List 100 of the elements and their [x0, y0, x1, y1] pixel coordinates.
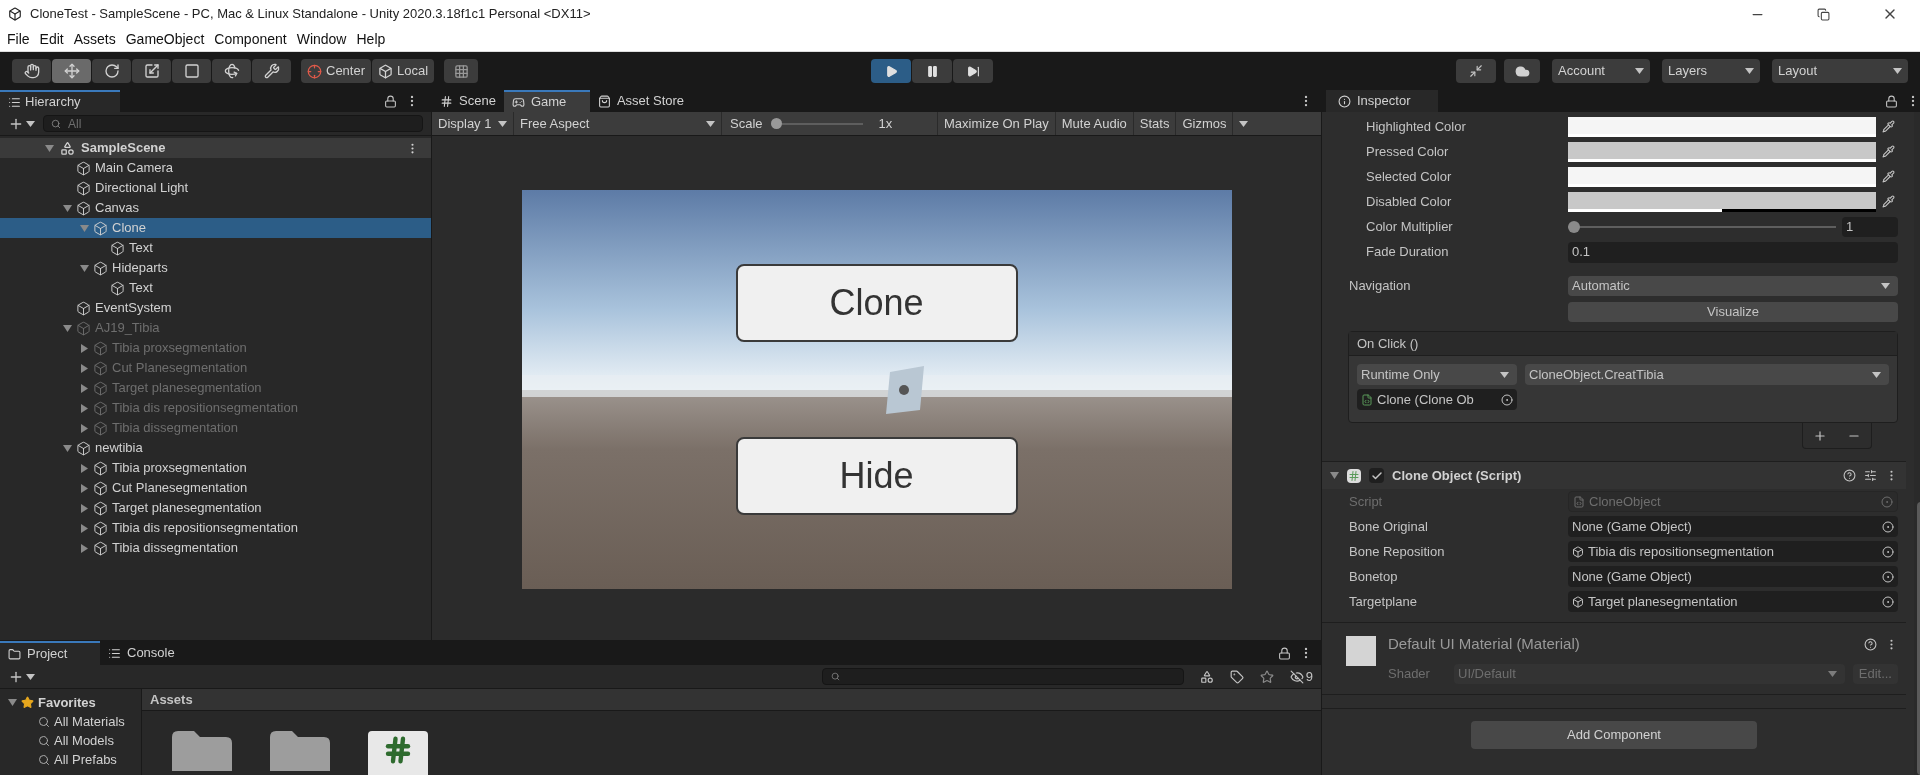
hidden-count-button[interactable]: 9: [1289, 666, 1313, 687]
hierarchy-item[interactable]: Tibia dissegmentation: [0, 538, 431, 558]
inspector-tab[interactable]: Inspector: [1326, 90, 1438, 112]
menu-item[interactable]: Assets: [68, 29, 121, 50]
search-field[interactable]: [821, 668, 1184, 685]
collapsed-arrow-icon[interactable]: [79, 343, 89, 353]
handle-toggle[interactable]: Center: [301, 59, 372, 83]
color-field[interactable]: [1568, 141, 1876, 162]
pause-button[interactable]: [912, 59, 953, 83]
favorites-item[interactable]: Favorites: [0, 693, 141, 712]
hierarchy-item[interactable]: EventSystem: [0, 298, 431, 318]
folder-icon[interactable]: [270, 731, 330, 771]
folder-icon[interactable]: [172, 731, 232, 771]
expanded-arrow-icon[interactable]: [79, 263, 89, 273]
picker-icon[interactable]: [1882, 570, 1894, 583]
slider-thumb[interactable]: [1568, 220, 1580, 233]
color-field[interactable]: [1568, 191, 1876, 212]
object-field[interactable]: Target planesegmentation: [1568, 591, 1898, 612]
fade-duration-field[interactable]: 0.1: [1568, 241, 1898, 263]
script-file-icon[interactable]: [368, 731, 428, 775]
hierarchy-item[interactable]: Canvas: [0, 198, 431, 218]
expanded-arrow-icon[interactable]: [1330, 471, 1339, 480]
expanded-arrow-icon[interactable]: [62, 443, 72, 453]
menu-item[interactable]: GameObject: [120, 29, 210, 50]
toggle-button[interactable]: Maximize On Play: [938, 112, 1056, 135]
hierarchy-item[interactable]: Tibia dis repositionsegmentation: [0, 518, 431, 538]
menu-item[interactable]: File: [2, 29, 35, 50]
hierarchy-item[interactable]: Directional Light: [0, 178, 431, 198]
menu-item[interactable]: Component: [209, 29, 292, 50]
favorite-item[interactable]: All Materials: [0, 712, 141, 731]
menu-item[interactable]: Window: [291, 29, 352, 50]
star-icon[interactable]: [1259, 669, 1274, 684]
runtime-dropdown[interactable]: Runtime Only: [1357, 364, 1517, 385]
handle-toggle[interactable]: Local: [372, 59, 435, 83]
collapsed-arrow-icon[interactable]: [79, 543, 89, 553]
aspect-dropdown[interactable]: Free Aspect: [514, 112, 722, 135]
hierarchy-item[interactable]: Main Camera: [0, 158, 431, 178]
scale-slider[interactable]: [770, 117, 863, 130]
step-button[interactable]: [953, 59, 994, 83]
menu-item[interactable]: Edit: [34, 29, 69, 50]
view-tab[interactable]: Scene: [432, 90, 504, 112]
collapsed-arrow-icon[interactable]: [79, 483, 89, 493]
cloud-button[interactable]: [1504, 59, 1540, 83]
add-component-button[interactable]: Add Component: [1471, 721, 1757, 749]
eyedropper-icon[interactable]: [1882, 195, 1895, 208]
menu-item[interactable]: Help: [351, 29, 391, 50]
hierarchy-item[interactable]: Hideparts: [0, 258, 431, 278]
expanded-arrow-icon[interactable]: [8, 698, 17, 707]
hierarchy-item[interactable]: newtibia: [0, 438, 431, 458]
eyedropper-icon[interactable]: [1882, 120, 1895, 133]
hierarchy-item[interactable]: Target planesegmentation: [0, 498, 431, 518]
collab-button[interactable]: [1456, 59, 1496, 83]
collapsed-arrow-icon[interactable]: [79, 383, 89, 393]
lock-icon[interactable]: [384, 94, 397, 108]
hand-tool[interactable]: [12, 59, 51, 83]
hierarchy-item[interactable]: Text: [0, 278, 431, 298]
game-ui-button[interactable]: Hide: [735, 437, 1018, 515]
layout-dropdown[interactable]: Layout: [1772, 59, 1908, 83]
hierarchy-item[interactable]: Cut Planesegmentation: [0, 478, 431, 498]
object-field[interactable]: Tibia dis repositionsegmentation: [1568, 541, 1898, 562]
favorite-item[interactable]: All Models: [0, 731, 141, 750]
picker-icon[interactable]: [1882, 520, 1894, 533]
collapsed-arrow-icon[interactable]: [79, 423, 89, 433]
play-button[interactable]: [871, 59, 912, 83]
picker-icon[interactable]: [1501, 393, 1513, 406]
collapsed-arrow-icon[interactable]: [79, 523, 89, 533]
enabled-checkbox[interactable]: [1369, 468, 1384, 483]
toggle-button[interactable]: Stats: [1133, 112, 1177, 135]
object-field[interactable]: Clone (Clone Ob: [1357, 389, 1517, 410]
toggle-button[interactable]: Mute Audio: [1055, 112, 1134, 135]
lock-icon[interactable]: [1885, 94, 1898, 108]
expanded-arrow-icon[interactable]: [45, 143, 54, 153]
color-field[interactable]: [1568, 116, 1876, 137]
color-field[interactable]: [1568, 166, 1876, 187]
move-arrows-tool[interactable]: [52, 59, 91, 83]
help-icon[interactable]: [1864, 638, 1877, 651]
panel-tab[interactable]: Project: [0, 641, 100, 665]
rect-tool[interactable]: [172, 59, 211, 83]
view-tab[interactable]: Game: [503, 90, 590, 112]
object-field[interactable]: None (Game Object): [1568, 516, 1898, 537]
tag-icon[interactable]: [1229, 669, 1244, 684]
panel-tab[interactable]: Console: [100, 641, 183, 665]
transform-tool[interactable]: [212, 59, 251, 83]
presets-icon[interactable]: [1864, 469, 1877, 482]
toggle-button[interactable]: Gizmos: [1176, 112, 1234, 135]
picker-icon[interactable]: [1882, 545, 1894, 558]
game-ui-button[interactable]: Clone: [735, 264, 1018, 342]
help-icon[interactable]: [1843, 469, 1856, 482]
hierarchy-tab[interactable]: Hierarchy: [0, 90, 120, 112]
object-field[interactable]: None (Game Object): [1568, 566, 1898, 587]
collapsed-arrow-icon[interactable]: [79, 363, 89, 373]
eyedropper-icon[interactable]: [1882, 145, 1895, 158]
collapsed-arrow-icon[interactable]: [79, 503, 89, 513]
account-dropdown[interactable]: Account: [1552, 59, 1650, 83]
expanded-arrow-icon[interactable]: [62, 323, 72, 333]
lock-icon[interactable]: [1278, 646, 1291, 660]
hierarchy-item[interactable]: Clone: [0, 218, 431, 238]
search-field[interactable]: All: [43, 115, 423, 132]
multiplier-field[interactable]: 1: [1842, 216, 1898, 237]
slider-thumb[interactable]: [770, 118, 782, 129]
